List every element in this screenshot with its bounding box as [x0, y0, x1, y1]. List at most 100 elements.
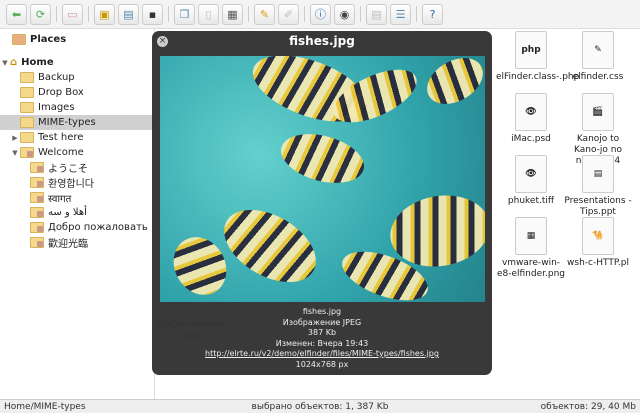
- collapse-arrow-icon[interactable]: ▼: [10, 149, 20, 157]
- tree-item-label: स्वागत: [48, 193, 72, 205]
- video-file-icon: 🎬: [582, 93, 614, 131]
- tree-item-label: MIME-types: [38, 117, 96, 128]
- file-item[interactable]: 👁 phuket.tiff: [496, 155, 566, 207]
- toolbar: ⬅ ⟳ ▭ ▣ ▤ ▪ ❐ ▯ ▦ ✎ ✐ ⓘ ◉ ▤ ☰ ?: [0, 0, 640, 29]
- file-info: fishes.jpg Изображение JPEG 387 Kb Измен…: [152, 307, 492, 370]
- new-file-button[interactable]: ▤: [118, 3, 139, 25]
- tree-item[interactable]: 歡迎光臨: [0, 235, 154, 250]
- tree-item-label: Images: [38, 102, 75, 113]
- php-file-icon: php: [515, 31, 547, 69]
- edit-button[interactable]: ✐: [278, 3, 299, 25]
- info-name: fishes.jpg: [302, 307, 342, 316]
- info-url-link[interactable]: http://elrte.ru/v2/demo/elfinder/files/M…: [205, 349, 439, 358]
- help-button[interactable]: ?: [422, 3, 443, 25]
- file-item[interactable]: 🐪 wsh-c-HTTP.pl: [563, 217, 633, 269]
- tree-item[interactable]: 환영합니다: [0, 175, 154, 190]
- tree-item[interactable]: Images: [0, 100, 154, 115]
- divider: [416, 6, 417, 22]
- locked-folder-icon: [30, 162, 44, 173]
- perl-file-icon: 🐪: [582, 217, 614, 255]
- tree-item[interactable]: ようこそ: [0, 160, 154, 175]
- status-bar: Home/MIME-types выбрано объектов: 1, 387…: [0, 399, 640, 413]
- psd-file-icon: 👁: [515, 93, 547, 131]
- divider: [304, 6, 305, 22]
- new-folder-button[interactable]: ▣: [94, 3, 115, 25]
- tree-item[interactable]: Backup: [0, 70, 154, 85]
- file-name: Presentations - Tips.ppt: [564, 196, 632, 217]
- open-button[interactable]: ▭: [62, 3, 83, 25]
- preview-image: [160, 56, 485, 302]
- info-button[interactable]: ⓘ: [310, 3, 331, 25]
- tree-item[interactable]: Добро пожаловать: [0, 220, 154, 235]
- file-item[interactable]: 👁 iMac.psd: [496, 93, 566, 145]
- file-name: phuket.tiff: [507, 196, 555, 206]
- tree-item-label: أهلا و سه: [48, 207, 87, 218]
- paste-button[interactable]: ▯: [198, 3, 219, 25]
- tree-item-label: ようこそ: [48, 164, 88, 175]
- rename-button[interactable]: ✎: [254, 3, 275, 25]
- divider: [360, 6, 361, 22]
- sidebar: Places ▼ ⌂ Home Backup Drop Box Images MIME-t…: [0, 29, 155, 399]
- upload-button[interactable]: ▪: [142, 3, 163, 25]
- css-file-icon: ✎: [582, 31, 614, 69]
- divider: [248, 6, 249, 22]
- view-icons-button[interactable]: ▤: [366, 3, 387, 25]
- dialog-title: fishes.jpg: [289, 34, 355, 48]
- quicklook-button[interactable]: ◉: [334, 3, 355, 25]
- tree-item-label: 환영합니다: [48, 179, 94, 190]
- folder-icon: [20, 117, 34, 128]
- home-label: Home: [21, 57, 54, 68]
- locked-folder-icon: [30, 177, 44, 188]
- tree-item-label: Test here: [38, 132, 84, 143]
- tree-item[interactable]: أهلا و سه: [0, 205, 154, 220]
- tree-item-label: 歡迎光臨: [48, 239, 88, 250]
- tree-home[interactable]: ▼ ⌂ Home: [0, 55, 154, 70]
- locked-folder-icon: [30, 207, 44, 218]
- divider: [168, 6, 169, 22]
- file-name: wsh-c-HTTP.pl: [567, 258, 629, 268]
- locked-folder-icon: [30, 192, 44, 203]
- file-name: iMac.psd: [511, 134, 551, 144]
- status-selected: выбрано объектов: 1, 387 Kb: [251, 401, 389, 412]
- copy-button[interactable]: ❐: [174, 3, 195, 25]
- file-item[interactable]: ▤ Presentations - Tips.ppt: [563, 155, 633, 218]
- back-button[interactable]: ⬅: [6, 3, 27, 25]
- places-icon: [12, 34, 26, 45]
- folder-icon: [20, 132, 34, 143]
- tree-item[interactable]: ▼ Welcome: [0, 145, 154, 160]
- delete-button[interactable]: ▦: [222, 3, 243, 25]
- home-icon: ⌂: [10, 57, 18, 68]
- tree-item-label: Добро пожаловать: [48, 222, 148, 233]
- info-modified: Изменен: Вчера 19:43: [275, 338, 369, 348]
- places-label: Places: [30, 34, 67, 45]
- folder-icon: [20, 72, 34, 83]
- file-name: vmware-win-e8-elfinder.png: [496, 258, 566, 279]
- locked-folder-icon: [20, 147, 34, 158]
- divider: [88, 6, 89, 22]
- status-path: Home/MIME-types: [4, 401, 86, 412]
- file-name: elfinder.css: [572, 72, 624, 82]
- status-total: объектов: 29, 40 Mb: [540, 401, 636, 412]
- reload-button[interactable]: ⟳: [30, 3, 51, 25]
- tree-item[interactable]: ▶ Test here: [0, 130, 154, 145]
- tree-item-label: Backup: [38, 72, 75, 83]
- file-item[interactable]: ✎ elfinder.css: [563, 31, 633, 83]
- tree-item[interactable]: MIME-types: [0, 115, 154, 130]
- folder-icon: [20, 87, 34, 98]
- quicklook-dialog: × fishes.jpg fishes.jpg Изображение JPEG…: [152, 31, 492, 375]
- tree-item[interactable]: स्वागत: [0, 190, 154, 205]
- ppt-file-icon: ▤: [582, 155, 614, 193]
- expand-arrow-icon[interactable]: ▶: [10, 134, 20, 142]
- expand-arrow-icon[interactable]: ▼: [0, 59, 10, 67]
- info-kind: Изображение JPEG: [282, 317, 362, 327]
- locked-folder-icon: [30, 237, 44, 248]
- info-size: 387 Kb: [307, 328, 337, 337]
- tiff-file-icon: 👁: [515, 155, 547, 193]
- file-item[interactable]: php elFinder.class-.php: [496, 31, 580, 83]
- file-item[interactable]: ▦ vmware-win-e8-elfinder.png: [496, 217, 566, 280]
- tree-item[interactable]: Drop Box: [0, 85, 154, 100]
- places[interactable]: Places: [0, 31, 154, 48]
- info-dimensions: 1024x768 px: [295, 359, 349, 369]
- view-list-button[interactable]: ☰: [390, 3, 411, 25]
- file-name: elFinder.class-.php: [496, 72, 580, 82]
